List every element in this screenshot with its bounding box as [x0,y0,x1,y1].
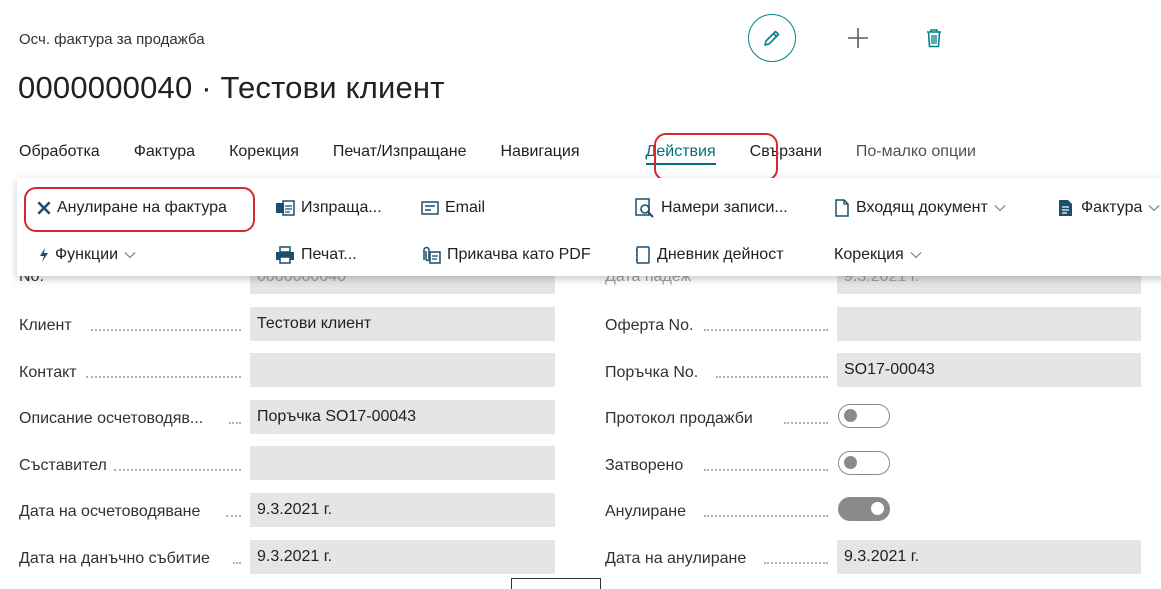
action-tabs: Обработка Фактура Корекция Печат/Изпраща… [19,143,1010,165]
email-button[interactable]: Email [421,197,485,219]
customer-field[interactable]: Тестови клиент [250,307,555,341]
chevron-down-icon [994,205,1006,212]
pencil-icon [764,30,780,46]
quote-no-field[interactable] [837,307,1141,341]
page-title: 0000000040 · Тестови клиент [18,70,445,105]
cancel-date-field[interactable]: 9.3.2021 г. [837,540,1141,574]
toggle-knob [871,502,884,515]
order-no-field[interactable]: SO17-00043 [837,353,1141,387]
field-label-tax-date: Дата на данъчно събитие [19,550,210,567]
header-actions [748,14,954,62]
dots [86,376,241,378]
tab-highlight-annotation [654,133,778,181]
incoming-document-label: Входящ документ [856,199,988,216]
tab-invoice[interactable]: Фактура [134,143,195,165]
invoice-menu[interactable]: Фактура [1057,197,1160,219]
dots [233,562,241,564]
closed-toggle[interactable] [838,451,890,475]
delete-button[interactable] [914,15,954,61]
correction-menu[interactable]: Корекция [834,244,922,266]
contact-field[interactable] [250,353,555,387]
tab-navigation[interactable]: Навигация [500,143,579,165]
invoice-label: Фактура [1081,199,1143,216]
send-button[interactable]: Изпраща... [275,197,382,219]
edit-button[interactable] [748,14,796,62]
activity-log-label: Дневник дейност [657,246,784,263]
attach-pdf-button[interactable]: Прикачва като PDF [421,244,591,266]
dots [229,422,241,424]
dots [764,562,828,564]
functions-menu[interactable]: Функции [39,244,136,266]
tab-correction[interactable]: Корекция [229,143,299,165]
print-button[interactable]: Печат... [275,244,357,266]
plus-icon [848,28,868,48]
field-label-posting-description: Описание осчетоводяв... [19,410,204,427]
field-label-cancelled: Анулиране [605,503,686,520]
functions-label: Функции [55,246,119,263]
dots [784,422,828,424]
send-icon [276,200,295,216]
log-icon [636,246,650,264]
trash-icon [927,29,941,48]
send-label: Изпраща... [301,199,382,216]
cancelled-toggle[interactable] [838,497,890,521]
dots [226,515,241,517]
new-button[interactable] [838,15,878,61]
activity-log-button[interactable]: Дневник дейност [635,244,784,266]
dots [704,515,828,517]
toggle-knob [844,456,857,469]
chevron-down-icon [1148,205,1160,212]
find-icon [635,198,654,218]
dots [716,376,828,378]
field-label-closed: Затворено [605,457,684,474]
bottom-element [511,578,601,589]
field-label-sales-protocol: Протокол продажби [605,410,753,427]
field-label-creator: Съставител [19,457,107,474]
field-label-quote-no: Оферта No. [605,317,694,334]
posting-date-field[interactable]: 9.3.2021 г. [250,493,555,527]
tab-print-send[interactable]: Печат/Изпращане [333,143,467,165]
find-entries-label: Намери записи... [661,199,788,216]
cancel-highlight-annotation [24,187,255,232]
tax-date-field[interactable]: 9.3.2021 г. [250,540,555,574]
correction-label: Корекция [834,246,904,263]
email-icon [421,201,439,215]
attach-pdf-label: Прикачва като PDF [447,246,591,263]
sales-protocol-toggle[interactable] [838,404,890,428]
print-label: Печат... [301,246,357,263]
field-label-contact: Контакт [19,364,77,381]
dots [114,469,241,471]
tab-processing[interactable]: Обработка [19,143,100,165]
field-label-order-no: Поръчка No. [605,364,699,381]
lightning-icon [40,248,48,262]
creator-field[interactable] [250,446,555,480]
incoming-document-menu[interactable]: Входящ документ [834,197,1006,219]
printer-icon [276,246,294,264]
toggle-knob [844,409,857,422]
page-caption: Осч. фактура за продажба [19,31,205,48]
chevron-down-icon [910,252,922,259]
document-icon [835,199,849,217]
field-label-posting-date: Дата на осчетоводяване [19,503,201,520]
invoice-icon [1059,200,1072,216]
field-label-customer: Клиент [19,317,72,334]
email-label: Email [445,199,486,216]
find-entries-button[interactable]: Намери записи... [635,197,788,219]
chevron-down-icon [124,252,136,259]
fewer-options-button[interactable]: По-малко опции [856,143,976,165]
field-label-cancel-date: Дата на анулиране [605,550,747,567]
dots [704,469,828,471]
attachment-icon [423,246,441,264]
dots [91,329,241,331]
dots [704,329,828,331]
posting-description-field[interactable]: Поръчка SO17-00043 [250,400,555,434]
